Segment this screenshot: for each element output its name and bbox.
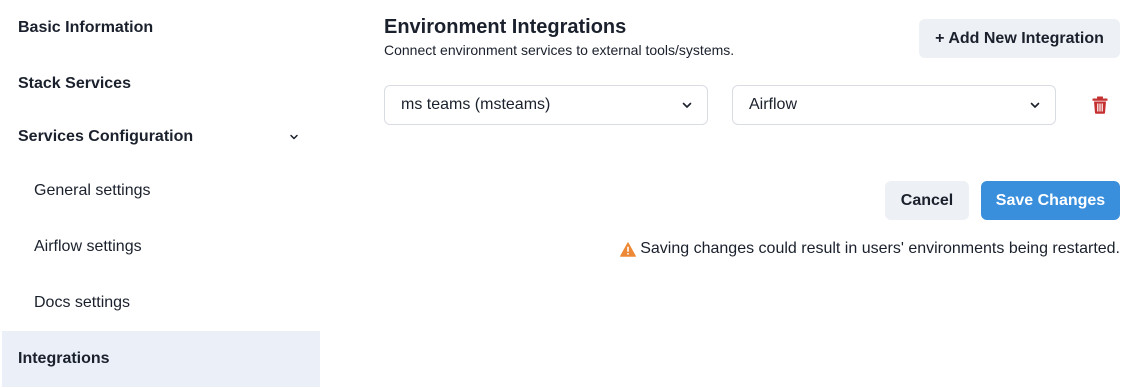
sidebar-item-label: Services Configuration bbox=[18, 128, 194, 145]
sidebar-item-label: Airflow settings bbox=[34, 238, 142, 255]
trash-icon[interactable] bbox=[1092, 96, 1108, 114]
chevron-down-icon bbox=[1030, 102, 1040, 108]
sidebar-item-label: Basic Information bbox=[18, 19, 154, 36]
page-subtitle: Connect environment services to external… bbox=[384, 42, 735, 58]
sidebar-item-label: Stack Services bbox=[18, 75, 131, 92]
sidebar-item-services-configuration[interactable]: Services Configuration bbox=[0, 118, 320, 156]
sidebar-item-integrations[interactable]: Integrations bbox=[2, 331, 320, 387]
sidebar-item-airflow-settings[interactable]: Airflow settings bbox=[0, 228, 320, 266]
save-changes-button[interactable]: Save Changes bbox=[981, 181, 1120, 220]
integration-select-value: ms teams (msteams) bbox=[401, 96, 551, 113]
sidebar-item-stack-services[interactable]: Stack Services bbox=[0, 65, 320, 103]
warning-icon bbox=[620, 241, 637, 257]
service-select-value: Airflow bbox=[749, 96, 798, 113]
restart-warning: Saving changes could result in users' en… bbox=[620, 240, 1120, 258]
sidebar-item-general-settings[interactable]: General settings bbox=[0, 172, 320, 210]
sidebar: Basic Information Stack Services Service… bbox=[0, 0, 320, 388]
warning-text: Saving changes could result in users' en… bbox=[640, 240, 1120, 257]
cancel-button[interactable]: Cancel bbox=[885, 181, 969, 220]
service-select[interactable]: Airflow bbox=[732, 85, 1056, 125]
sidebar-item-basic-information[interactable]: Basic Information bbox=[0, 9, 320, 47]
chevron-down-icon[interactable] bbox=[288, 131, 300, 143]
chevron-down-icon bbox=[682, 102, 692, 108]
main-panel: Environment Integrations Connect environ… bbox=[384, 0, 1143, 388]
add-new-integration-button[interactable]: + Add New Integration bbox=[919, 19, 1120, 58]
sidebar-item-label: Docs settings bbox=[34, 294, 131, 311]
sidebar-item-docs-settings[interactable]: Docs settings bbox=[0, 284, 320, 322]
integration-select[interactable]: ms teams (msteams) bbox=[384, 85, 708, 125]
page-title: Environment Integrations bbox=[384, 16, 627, 38]
sidebar-item-label: Integrations bbox=[18, 350, 110, 367]
sidebar-item-label: General settings bbox=[34, 182, 151, 199]
